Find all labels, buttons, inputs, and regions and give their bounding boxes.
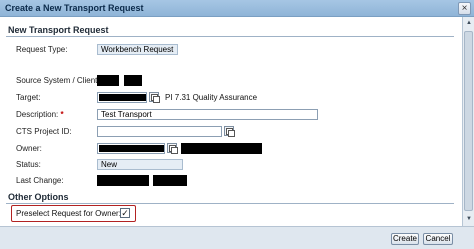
close-icon[interactable]: × — [458, 2, 471, 15]
request-type-label: Request Type: — [16, 45, 68, 54]
source-system-label: Source System / Client: — [16, 76, 100, 85]
owner-input[interactable] — [97, 143, 165, 154]
dialog-content: New Transport Request Request Type: Work… — [0, 17, 462, 226]
preselect-label: Preselect Request for Owner: — [16, 209, 121, 218]
status-field: New — [97, 159, 183, 170]
request-type-field: Workbench Request — [97, 44, 178, 55]
cts-project-label: CTS Project ID: — [16, 127, 72, 136]
required-marker: * — [60, 110, 64, 119]
source-client-field — [124, 75, 142, 86]
target-field[interactable] — [97, 92, 147, 103]
scroll-down-icon[interactable]: ▼ — [464, 214, 474, 224]
description-input[interactable]: Test Transport — [97, 109, 318, 120]
scrollbar-thumb[interactable] — [464, 31, 473, 211]
description-label: Description: * — [16, 110, 64, 119]
preselect-checkbox[interactable]: ✓ — [120, 208, 130, 218]
last-change-label: Last Change: — [16, 176, 64, 185]
dialog-titlebar: Create a New Transport Request × — [0, 0, 474, 17]
section-divider — [6, 203, 454, 204]
dialog-title: Create a New Transport Request — [5, 3, 144, 13]
status-label: Status: — [16, 160, 41, 169]
vertical-scrollbar[interactable]: ▲ ▼ — [462, 17, 474, 226]
owner-name-field — [181, 143, 262, 154]
target-label: Target: — [16, 93, 41, 102]
source-system-field — [97, 75, 119, 86]
section-divider — [6, 36, 454, 37]
dialog-footer: Create Cancel — [0, 226, 474, 249]
value-help-icon[interactable] — [224, 126, 235, 137]
last-change-date-field — [97, 175, 149, 186]
cancel-button[interactable]: Cancel — [423, 233, 453, 245]
create-button[interactable]: Create — [391, 233, 419, 245]
value-help-icon[interactable] — [167, 143, 178, 154]
cts-project-input[interactable] — [97, 126, 222, 137]
target-description: PI 7.31 Quality Assurance — [165, 93, 258, 102]
scroll-up-icon[interactable]: ▲ — [464, 18, 474, 28]
owner-label: Owner: — [16, 144, 42, 153]
last-change-time-field — [153, 175, 187, 186]
section-title-new-request: New Transport Request — [8, 25, 109, 35]
value-help-icon[interactable] — [149, 92, 160, 103]
section-title-other-options: Other Options — [8, 192, 69, 202]
